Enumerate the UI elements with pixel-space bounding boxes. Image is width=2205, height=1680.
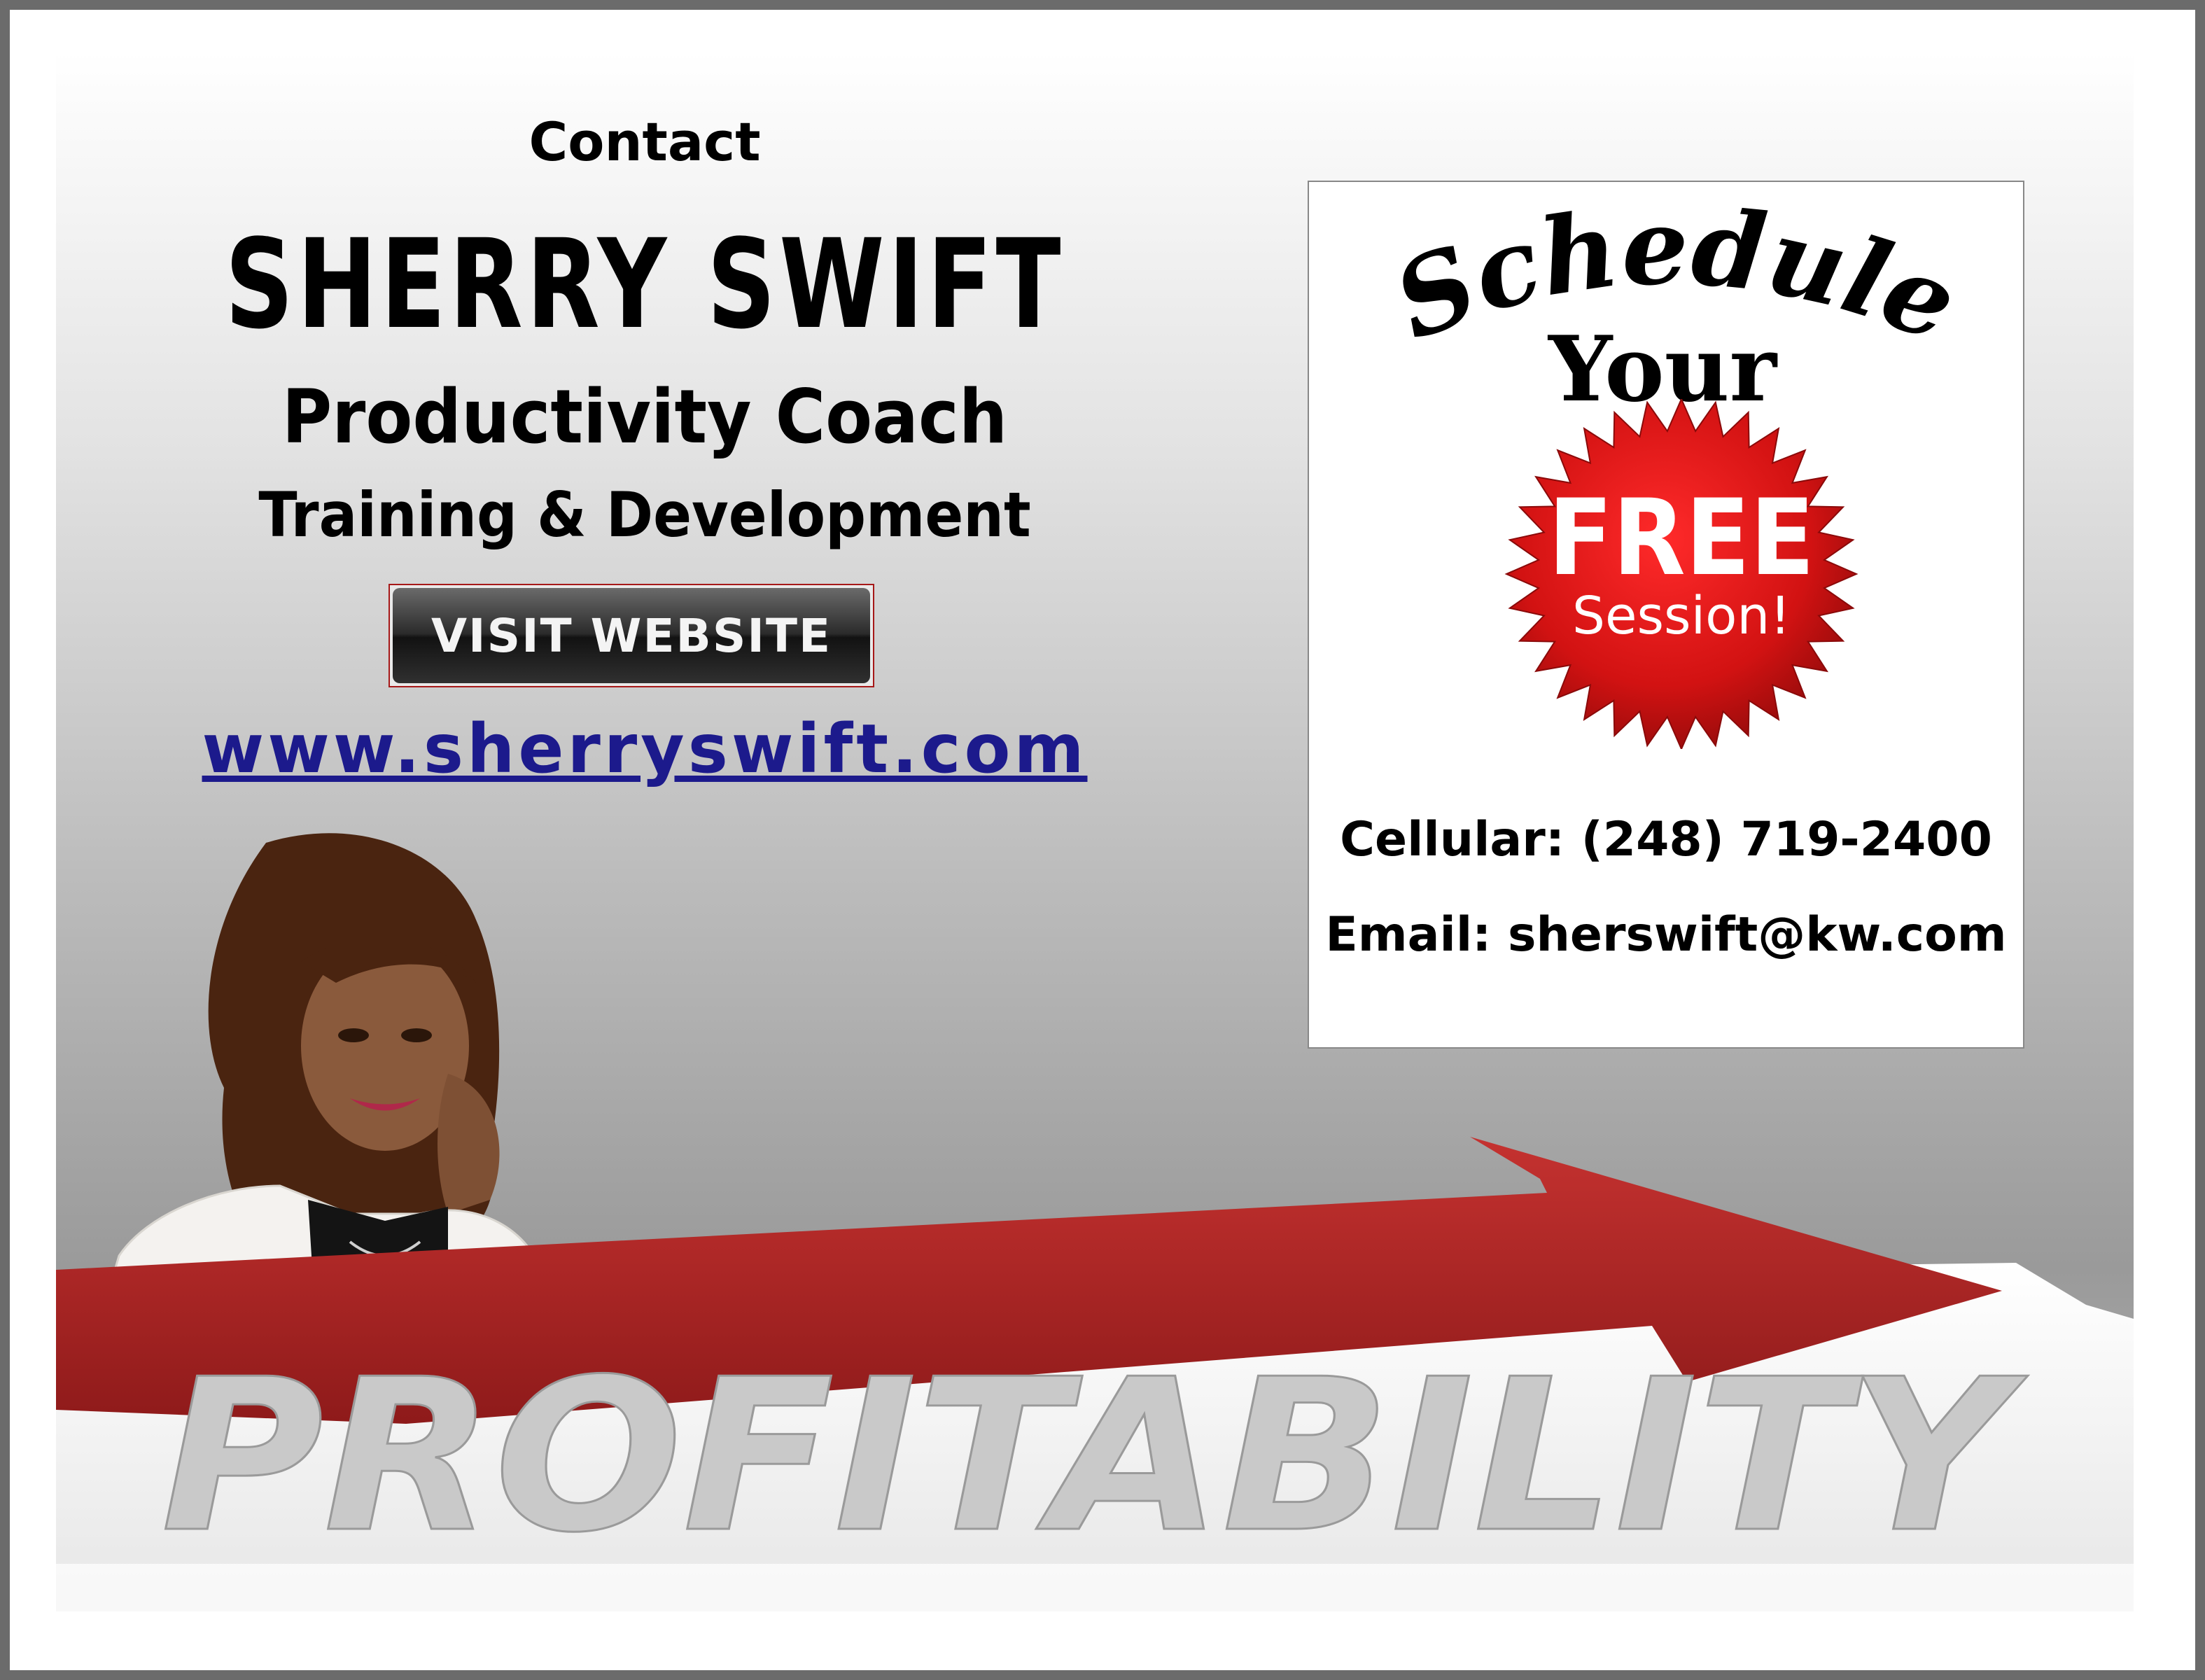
flyer-card: Contact SHERRY SWIFT Productivity Coach … xyxy=(56,52,2134,1611)
visit-website-label: VISIT WEBSITE xyxy=(393,588,870,683)
badge-session-text: Session! xyxy=(1572,586,1791,646)
badge-free-text: FREE xyxy=(1548,477,1815,599)
website-link[interactable]: www.sherryswift.com xyxy=(56,710,1233,788)
right-eye xyxy=(401,1028,432,1042)
left-eye xyxy=(338,1028,369,1042)
promo-box: Schedule Your FREE Session! Cellular: (2… xyxy=(1308,181,2024,1049)
coach-name: SHERRY SWIFT xyxy=(225,213,1065,356)
email-address: Email: sherswift@kw.com xyxy=(1325,907,2007,962)
schedule-your-headline: Schedule Your xyxy=(1378,185,1973,413)
profitability-text: PROFITABILITY xyxy=(161,1334,2029,1578)
profitability-banner: PROFITABILITY xyxy=(56,1137,2134,1611)
banner-reflection xyxy=(56,1564,2134,1611)
phone-number: Cellular: (248) 719-2400 xyxy=(1340,812,1992,867)
coach-title: Productivity Coach xyxy=(281,374,1008,460)
contact-heading: Contact xyxy=(528,111,761,173)
coach-subtitle: Training & Development xyxy=(258,479,1031,551)
visit-website-button[interactable]: VISIT WEBSITE xyxy=(388,584,874,687)
free-session-badge: FREE Session! xyxy=(1504,399,1858,749)
